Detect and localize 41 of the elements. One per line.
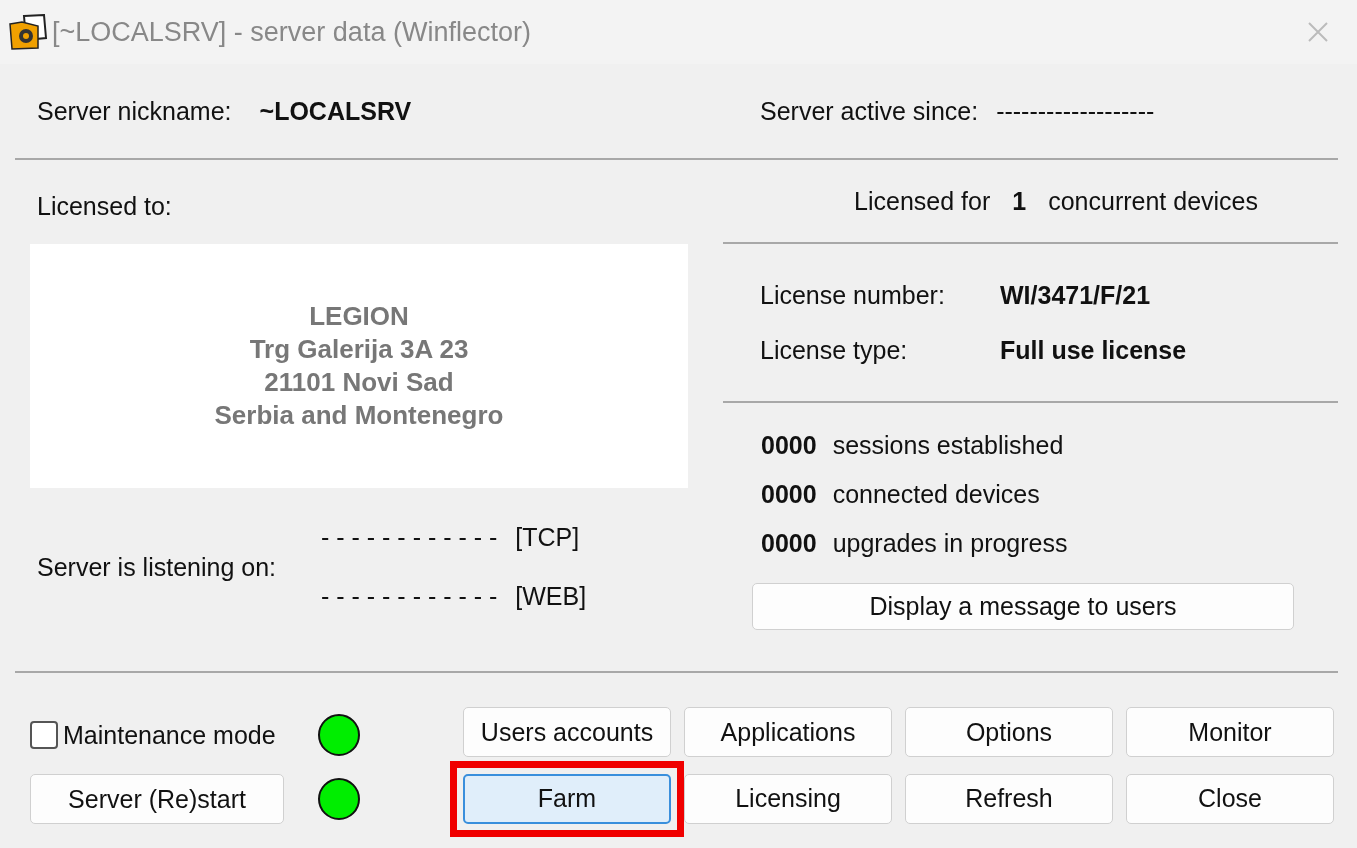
stat-label: upgrades in progress (832, 529, 1068, 558)
address-line: Serbia and Montenegro (214, 399, 504, 432)
stat-count: 0000 (761, 431, 817, 460)
active-since-value: ------------------- (996, 96, 1155, 126)
restart-button[interactable]: Server (Re)start (30, 774, 284, 824)
stat-label: sessions established (832, 431, 1064, 460)
field-value: WI/3471/F/21 (1000, 280, 1151, 310)
window-title: [~LOCALSRV] - server data (Winflector) (52, 16, 532, 48)
stat-label: connected devices (832, 480, 1040, 509)
licensed-for-suffix: concurrent devices (1048, 186, 1258, 216)
checkbox-label[interactable]: Maintenance mode (63, 720, 276, 750)
licensed-for-label: Licensed for (854, 186, 991, 216)
address-line: 21101 Novi Sad (264, 366, 454, 399)
stat-count: 0000 (761, 480, 817, 509)
field-label: Server nickname: (37, 96, 232, 126)
action-button[interactable]: Close (1126, 773, 1334, 824)
server-nickname: ~LOCALSRV (259, 96, 412, 126)
field-label: License number: (760, 280, 946, 310)
folder-gear-icon (8, 14, 48, 50)
protocol-label: [TCP] (515, 523, 580, 552)
checkbox[interactable] (30, 721, 58, 749)
field-label: Server active since: (760, 96, 979, 126)
address-value: - - - - - - - - - - - - (321, 582, 498, 611)
address-value: - - - - - - - - - - - - (321, 523, 498, 552)
action-button[interactable]: Refresh (905, 773, 1113, 824)
action-button[interactable]: Monitor (1126, 707, 1334, 757)
action-button[interactable]: Applications (684, 707, 892, 757)
device-count: 1 (1012, 186, 1027, 216)
field-value: Full use license (1000, 335, 1187, 365)
field-label: License type: (760, 335, 909, 365)
action-button[interactable]: Users accounts (463, 707, 671, 757)
action-button[interactable]: Farm (463, 773, 671, 824)
action-button[interactable]: Licensing (684, 773, 892, 824)
stat-count: 0000 (761, 529, 817, 558)
licensed-to-label: Licensed to: (36, 191, 173, 222)
address-line: LEGION (309, 300, 409, 333)
message-button[interactable]: Display a message to users (752, 583, 1294, 630)
address-line: Trg Galerija 3A 23 (249, 333, 469, 366)
protocol-label: [WEB] (515, 582, 587, 611)
action-button[interactable]: Options (905, 707, 1113, 757)
listening-label: Server is listening on: (37, 552, 277, 582)
